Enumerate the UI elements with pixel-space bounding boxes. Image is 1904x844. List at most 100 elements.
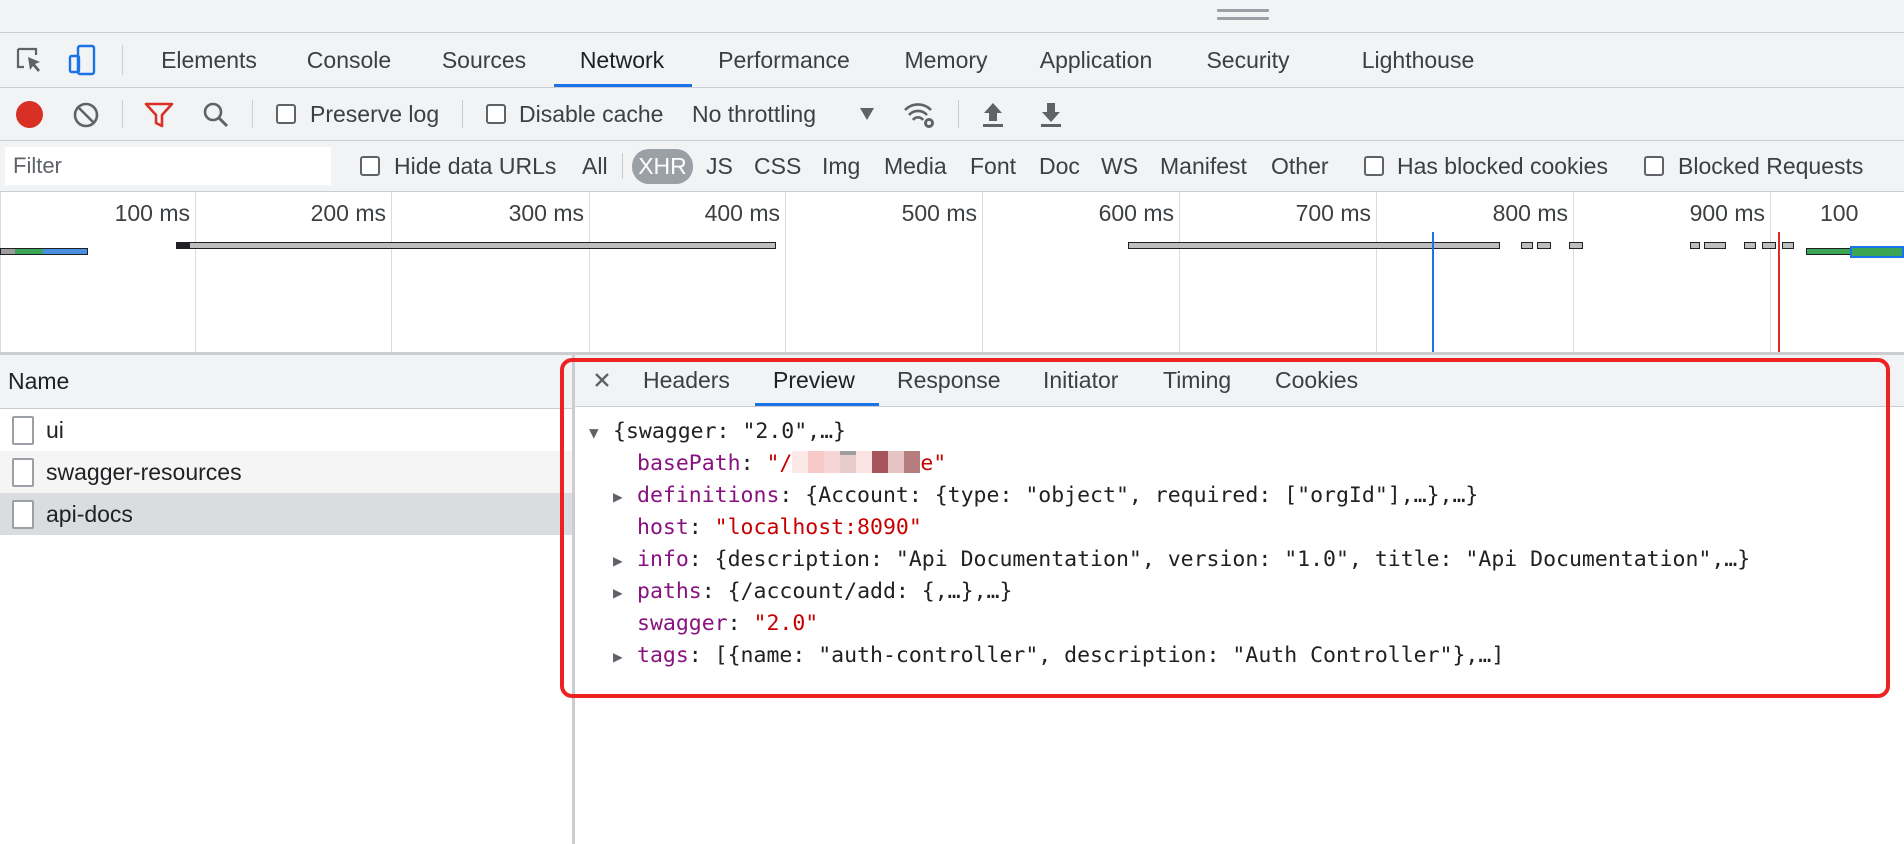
file-icon: [12, 458, 34, 487]
json-property-swagger: swagger: "2.0": [637, 611, 819, 636]
dom-content-loaded-marker: [1432, 232, 1434, 352]
preserve-log-label[interactable]: Preserve log: [310, 88, 439, 140]
request-row[interactable]: swagger-resources: [0, 451, 572, 493]
type-filter-manifest[interactable]: Manifest: [1160, 141, 1247, 191]
request-bar: [1521, 242, 1533, 249]
search-icon[interactable]: [202, 101, 230, 129]
json-property-paths[interactable]: ▶ paths: {/account/add: {,…},…}: [613, 576, 1012, 609]
inspect-element-icon[interactable]: [16, 47, 46, 75]
network-conditions-icon[interactable]: [902, 100, 938, 130]
request-details-panel: Headers Preview Response Initiator Timin…: [575, 355, 1904, 844]
drag-handle-icon[interactable]: [1217, 9, 1269, 21]
request-bar: [1850, 246, 1904, 258]
panel-resize-strip[interactable]: [0, 0, 1904, 33]
tab-timing[interactable]: Timing: [1163, 355, 1231, 406]
tab-console[interactable]: Console: [298, 33, 400, 87]
clear-icon[interactable]: [72, 101, 100, 129]
request-bar: [1690, 242, 1700, 249]
load-event-marker: [1778, 232, 1780, 352]
device-toolbar-icon[interactable]: [68, 44, 98, 76]
throttling-select[interactable]: No throttling: [692, 88, 816, 140]
hide-data-urls-label[interactable]: Hide data URLs: [394, 141, 556, 191]
tab-security[interactable]: Security: [1200, 33, 1296, 87]
tick-label: 100 ms: [114, 200, 190, 226]
tick-label: 800 ms: [1492, 200, 1568, 226]
expanded-triangle-icon[interactable]: ▼: [589, 417, 613, 449]
json-root-node[interactable]: ▼ {swagger: "2.0",…}: [589, 416, 846, 449]
request-bar: [1704, 242, 1726, 249]
has-blocked-cookies-checkbox[interactable]: [1364, 156, 1384, 176]
tab-memory[interactable]: Memory: [896, 33, 996, 87]
tick-label: 600 ms: [1098, 200, 1174, 226]
request-name: ui: [46, 417, 64, 443]
tab-lighthouse[interactable]: Lighthouse: [1354, 33, 1482, 87]
hide-data-urls-checkbox[interactable]: [360, 156, 380, 176]
type-filter-img[interactable]: Img: [822, 141, 860, 191]
export-har-icon[interactable]: [1038, 100, 1064, 128]
filter-input[interactable]: [5, 147, 331, 185]
request-bar: [1806, 248, 1852, 255]
tab-elements[interactable]: Elements: [152, 33, 266, 87]
collapsed-triangle-icon[interactable]: ▶: [613, 481, 637, 513]
filter-icon[interactable]: [144, 101, 174, 129]
type-filter-ws[interactable]: WS: [1101, 141, 1138, 191]
tab-initiator[interactable]: Initiator: [1043, 355, 1118, 406]
disable-cache-checkbox[interactable]: [486, 104, 506, 124]
json-property-info[interactable]: ▶ info: {description: "Api Documentation"…: [613, 544, 1750, 577]
has-blocked-cookies-label[interactable]: Has blocked cookies: [1397, 141, 1608, 191]
request-bar: [1569, 242, 1583, 249]
request-bar: [1762, 242, 1776, 249]
disable-cache-label[interactable]: Disable cache: [519, 88, 663, 140]
collapsed-triangle-icon[interactable]: ▶: [613, 641, 637, 673]
json-property-basepath: basePath: "/e": [637, 451, 947, 476]
import-har-icon[interactable]: [980, 100, 1006, 128]
collapsed-triangle-icon[interactable]: ▶: [613, 577, 637, 609]
type-filter-media[interactable]: Media: [884, 141, 947, 191]
file-icon: [12, 500, 34, 529]
request-bar: [0, 248, 88, 255]
network-toolbar: Preserve log Disable cache No throttling: [0, 88, 1904, 141]
request-bar: [1744, 242, 1756, 249]
chevron-down-icon[interactable]: [860, 108, 874, 120]
tab-preview[interactable]: Preview: [773, 355, 855, 406]
request-row-selected[interactable]: api-docs: [0, 493, 572, 535]
type-filter-xhr[interactable]: XHR: [632, 149, 693, 184]
timeline-overview[interactable]: 100 ms 200 ms 300 ms 400 ms 500 ms 600 m…: [0, 192, 1904, 355]
json-property-tags[interactable]: ▶ tags: [{name: "auth-controller", descri…: [613, 640, 1504, 673]
request-bar: [1537, 242, 1551, 249]
json-property-definitions[interactable]: ▶ definitions: {Account: {type: "object",…: [613, 480, 1478, 513]
tick-label: 500 ms: [901, 200, 977, 226]
tab-response[interactable]: Response: [897, 355, 1001, 406]
collapsed-triangle-icon[interactable]: ▶: [613, 545, 637, 577]
type-filter-css[interactable]: CSS: [754, 141, 801, 191]
blocked-requests-checkbox[interactable]: [1644, 156, 1664, 176]
type-filter-other[interactable]: Other: [1271, 141, 1329, 191]
tab-application[interactable]: Application: [1034, 33, 1158, 87]
type-filter-font[interactable]: Font: [970, 141, 1016, 191]
request-row[interactable]: ui: [0, 409, 572, 451]
type-filter-doc[interactable]: Doc: [1039, 141, 1080, 191]
tab-sources[interactable]: Sources: [434, 33, 534, 87]
preserve-log-checkbox[interactable]: [276, 104, 296, 124]
file-icon: [12, 416, 34, 445]
tab-cookies[interactable]: Cookies: [1275, 355, 1358, 406]
type-filter-js[interactable]: JS: [706, 141, 733, 191]
record-icon[interactable]: [16, 101, 43, 128]
json-property-host: host: "localhost:8090": [637, 515, 922, 540]
tab-network[interactable]: Network: [566, 33, 678, 87]
request-bar: [176, 242, 776, 249]
name-column-header[interactable]: Name: [0, 355, 572, 409]
type-filter-all[interactable]: All: [582, 141, 608, 191]
tick-label: 100: [1820, 200, 1859, 226]
tab-performance[interactable]: Performance: [712, 33, 856, 87]
tick-label: 900 ms: [1689, 200, 1765, 226]
request-list: Name ui swagger-resources api-docs: [0, 355, 575, 844]
request-name: swagger-resources: [46, 459, 242, 485]
devtools-tab-bar: Elements Console Sources Network Perform…: [0, 33, 1904, 88]
tick-label: 400 ms: [704, 200, 780, 226]
tab-headers[interactable]: Headers: [643, 355, 730, 406]
blocked-requests-label[interactable]: Blocked Requests: [1678, 141, 1863, 191]
request-bar: [1128, 242, 1500, 249]
close-icon[interactable]: [593, 371, 611, 389]
request-bar: [1782, 242, 1794, 249]
